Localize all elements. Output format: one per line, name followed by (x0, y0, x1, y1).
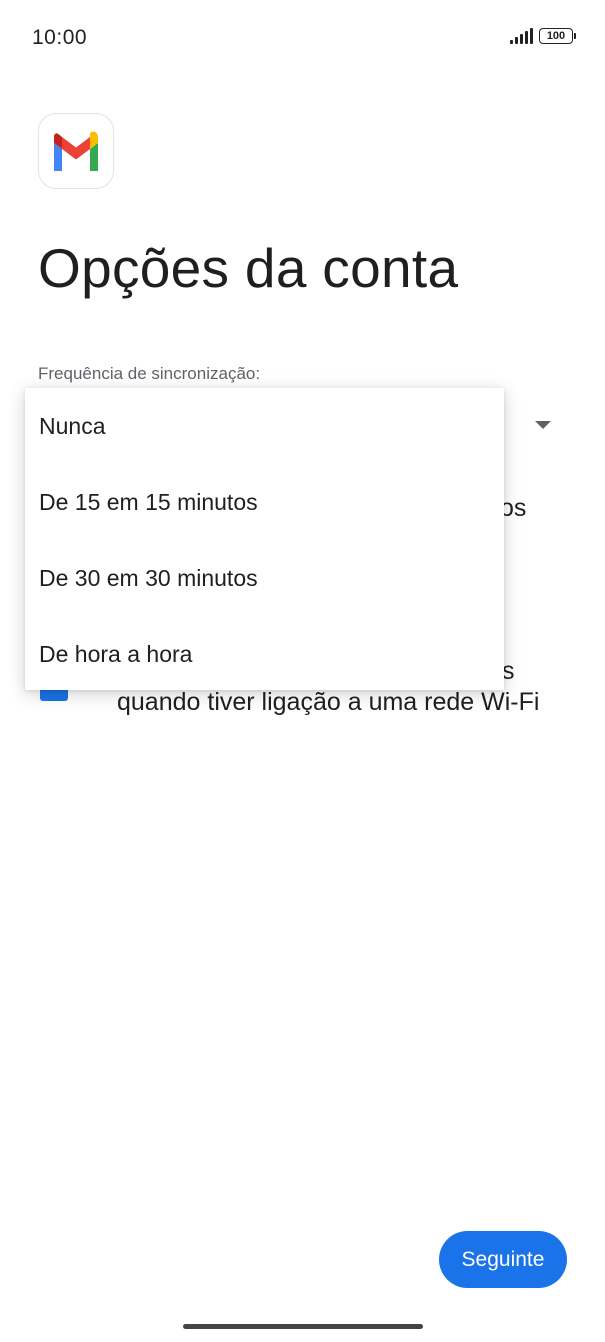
dropdown-option-30-minutes[interactable]: De 30 em 30 minutos (25, 540, 504, 616)
gmail-logo-icon (38, 113, 114, 189)
signal-icon (510, 28, 533, 44)
dropdown-option-never[interactable]: Nunca (25, 388, 504, 464)
sync-frequency-label: Frequência de sincronização: (38, 364, 261, 383)
battery-level: 100 (546, 30, 566, 42)
status-time: 10:00 (32, 26, 88, 49)
gmail-logo-svg (54, 131, 98, 171)
dropdown-arrow-icon[interactable] (535, 421, 551, 429)
sync-frequency-dropdown-menu: Nunca De 15 em 15 minutos De 30 em 30 mi… (25, 388, 504, 690)
page-title: Opções da conta (38, 237, 459, 299)
dropdown-option-hourly[interactable]: De hora a hora (25, 616, 504, 692)
dropdown-option-15-minutes[interactable]: De 15 em 15 minutos (25, 464, 504, 540)
home-indicator[interactable] (183, 1324, 423, 1329)
next-button[interactable]: Seguinte (439, 1231, 567, 1288)
wifi-sync-option-label: quando tiver ligação a uma rede Wi-Fi (117, 688, 540, 716)
status-icons: 100 (510, 28, 576, 44)
battery-icon: 100 (539, 28, 576, 44)
status-bar: 10:00 100 (0, 0, 605, 78)
